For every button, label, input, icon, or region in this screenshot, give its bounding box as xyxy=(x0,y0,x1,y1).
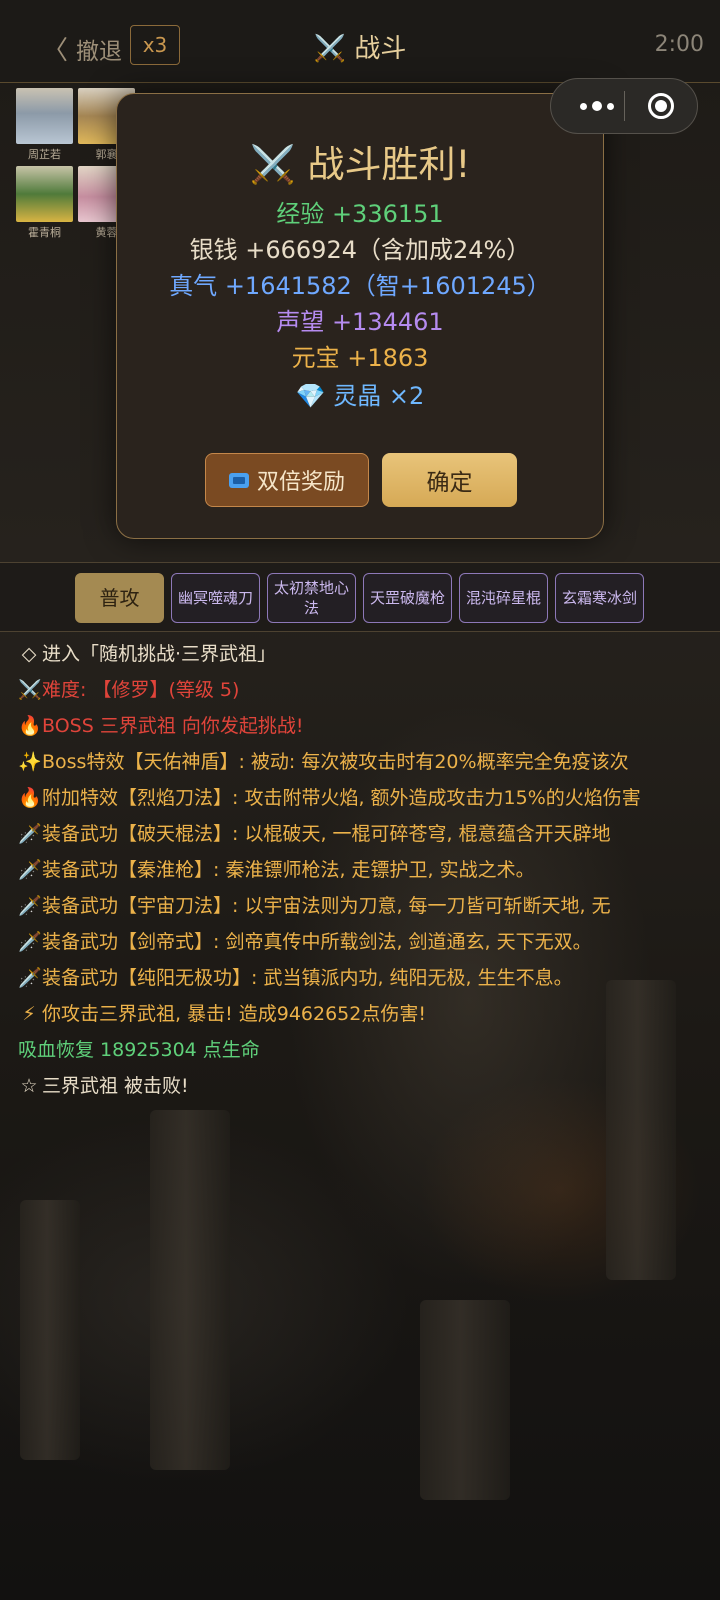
log-line: 吸血恢复 18925304 点生命 xyxy=(18,1032,708,1068)
top-bar: 〈 撤退 x3 ⚔️ 战斗 2:00 xyxy=(0,0,720,83)
dagger-icon: 🗡️ xyxy=(18,823,42,845)
log-line: 🔥附加特效【烈焰刀法】: 攻击附带火焰, 额外造成攻击力15%的火焰伤害 xyxy=(18,780,708,816)
log-text: 三界武祖 被击败! xyxy=(42,1075,189,1097)
log-line: 🗡️装备武功【破天棍法】: 以棍破天, 一棍可碎苍穹, 棍意蕴含开天辟地 xyxy=(18,816,708,852)
log-line: ◇ 进入「随机挑战·三界武祖」 xyxy=(18,636,708,672)
fire-icon: 🔥 xyxy=(18,715,42,737)
skill-button[interactable]: 幽冥噬魂刀 xyxy=(171,573,260,623)
log-line: ☆ 三界武祖 被击败! xyxy=(18,1068,708,1104)
battle-timer: 2:00 xyxy=(654,32,704,57)
log-text: 装备武功【剑帝式】: 剑帝真传中所载剑法, 剑道通玄, 天下无双。 xyxy=(42,931,592,953)
stone-pillar xyxy=(20,1200,80,1460)
fire-icon: 🔥 xyxy=(18,787,42,809)
log-line: ⚡ 你攻击三界武祖, 暴击! 造成9462652点伤害! xyxy=(18,996,708,1032)
diamond-icon: ◇ xyxy=(21,643,37,665)
log-text: 附加特效【烈焰刀法】: 攻击附带火焰, 额外造成攻击力15%的火焰伤害 xyxy=(42,787,641,809)
reward-qi: 真气 +1641582（智+1601245） xyxy=(169,272,551,300)
reward-silver: 银钱 +666924（含加成24%） xyxy=(189,236,531,264)
reward-crystal: 💎 灵晶 ×2 xyxy=(117,376,603,411)
skill-button[interactable]: 玄霜寒冰剑 xyxy=(555,573,644,623)
log-text: 进入「随机挑战·三界武祖」 xyxy=(42,643,277,665)
miniprogram-capsule xyxy=(550,78,698,134)
team-member[interactable]: 周芷若 xyxy=(16,88,73,162)
battle-log: ◇ 进入「随机挑战·三界武祖」 ⚔️难度: 【修罗】(等级 5) 🔥BOSS 三界… xyxy=(18,636,708,1104)
log-line: 🗡️装备武功【秦淮枪】: 秦淮镖师枪法, 走镖护卫, 实战之术。 xyxy=(18,852,708,888)
dagger-icon: 🗡️ xyxy=(18,895,42,917)
log-text: 吸血恢复 18925304 点生命 xyxy=(18,1039,260,1061)
skill-bar: 普攻 幽冥噬魂刀 太初禁地心法 天罡破魔枪 混沌碎星棍 玄霜寒冰剑 xyxy=(0,562,720,632)
log-text: 装备武功【纯阳无极功】: 武当镇派内功, 纯阳无极, 生生不息。 xyxy=(42,967,573,989)
log-text: 装备武功【秦淮枪】: 秦淮镖师枪法, 走镖护卫, 实战之术。 xyxy=(42,859,535,881)
log-line: 🗡️装备武功【剑帝式】: 剑帝真传中所载剑法, 剑道通玄, 天下无双。 xyxy=(18,924,708,960)
team-member[interactable]: 霍青桐 xyxy=(16,166,73,240)
sparkles-icon: ✨ xyxy=(18,751,42,773)
dagger-icon: 🗡️ xyxy=(18,859,42,881)
stone-pillar xyxy=(420,1300,510,1500)
log-line: 🗡️装备武功【纯阳无极功】: 武当镇派内功, 纯阳无极, 生生不息。 xyxy=(18,960,708,996)
skill-button[interactable]: 太初禁地心法 xyxy=(267,573,356,623)
log-text: 你攻击三界武祖, 暴击! 造成9462652点伤害! xyxy=(42,1003,426,1025)
more-icon[interactable] xyxy=(569,91,625,121)
skill-basic-attack[interactable]: 普攻 xyxy=(75,573,164,623)
double-reward-button[interactable]: 双倍奖励 xyxy=(205,453,369,507)
reward-experience: 经验 +336151 xyxy=(276,200,444,228)
crossed-swords-icon: ⚔️ xyxy=(18,679,42,701)
double-reward-label: 双倍奖励 xyxy=(256,470,345,495)
close-miniprogram-icon[interactable] xyxy=(648,93,674,119)
confirm-button[interactable]: 确定 xyxy=(382,453,517,507)
reward-prestige: 声望 +134461 xyxy=(276,308,444,336)
log-text: BOSS 三界武祖 向你发起挑战! xyxy=(42,715,304,737)
log-text: 装备武功【宇宙刀法】: 以宇宙法则为刀意, 每一刀皆可斩断天地, 无 xyxy=(42,895,611,917)
victory-title-text: 战斗胜利! xyxy=(307,143,471,186)
log-line: ⚔️难度: 【修罗】(等级 5) xyxy=(18,672,708,708)
page-title-text: 战斗 xyxy=(354,34,407,64)
star-icon: ☆ xyxy=(20,1075,38,1097)
log-line: ✨Boss特效【天佑神盾】: 被动: 每次被攻击时有20%概率完全免疫该次 xyxy=(18,744,708,780)
log-text: 装备武功【破天棍法】: 以棍破天, 一棍可碎苍穹, 棍意蕴含开天辟地 xyxy=(42,823,611,845)
team-member-name: 周芷若 xyxy=(28,148,61,161)
lightning-icon: ⚡ xyxy=(22,1003,36,1025)
capsule-divider xyxy=(624,91,625,121)
dagger-icon: 🗡️ xyxy=(18,967,42,989)
gem-icon: 💎 xyxy=(295,382,326,410)
victory-title: ⚔️ 战斗胜利! xyxy=(117,134,603,188)
skill-button[interactable]: 混沌碎星棍 xyxy=(459,573,548,623)
crossed-swords-icon: ⚔️ xyxy=(249,143,296,186)
log-text: 难度: 【修罗】(等级 5) xyxy=(42,679,240,701)
tv-icon xyxy=(228,472,249,488)
stone-pillar xyxy=(150,1110,230,1470)
log-line: 🔥BOSS 三界武祖 向你发起挑战! xyxy=(18,708,708,744)
log-text: Boss特效【天佑神盾】: 被动: 每次被攻击时有20%概率完全免疫该次 xyxy=(42,751,629,773)
reward-ingot: 元宝 +1863 xyxy=(291,344,429,372)
page-title: ⚔️ 战斗 xyxy=(0,28,720,65)
skill-button[interactable]: 天罡破魔枪 xyxy=(363,573,452,623)
dagger-icon: 🗡️ xyxy=(18,931,42,953)
crossed-swords-icon: ⚔️ xyxy=(313,34,347,64)
log-line: 🗡️装备武功【宇宙刀法】: 以宇宙法则为刀意, 每一刀皆可斩断天地, 无 xyxy=(18,888,708,924)
team-member-name: 霍青桐 xyxy=(28,226,61,239)
avatar xyxy=(16,166,73,222)
reward-crystal-text: 灵晶 ×2 xyxy=(333,382,425,410)
victory-dialog: ⚔️ 战斗胜利! 经验 +336151 银钱 +666924（含加成24%） 真… xyxy=(116,93,604,539)
avatar xyxy=(16,88,73,144)
